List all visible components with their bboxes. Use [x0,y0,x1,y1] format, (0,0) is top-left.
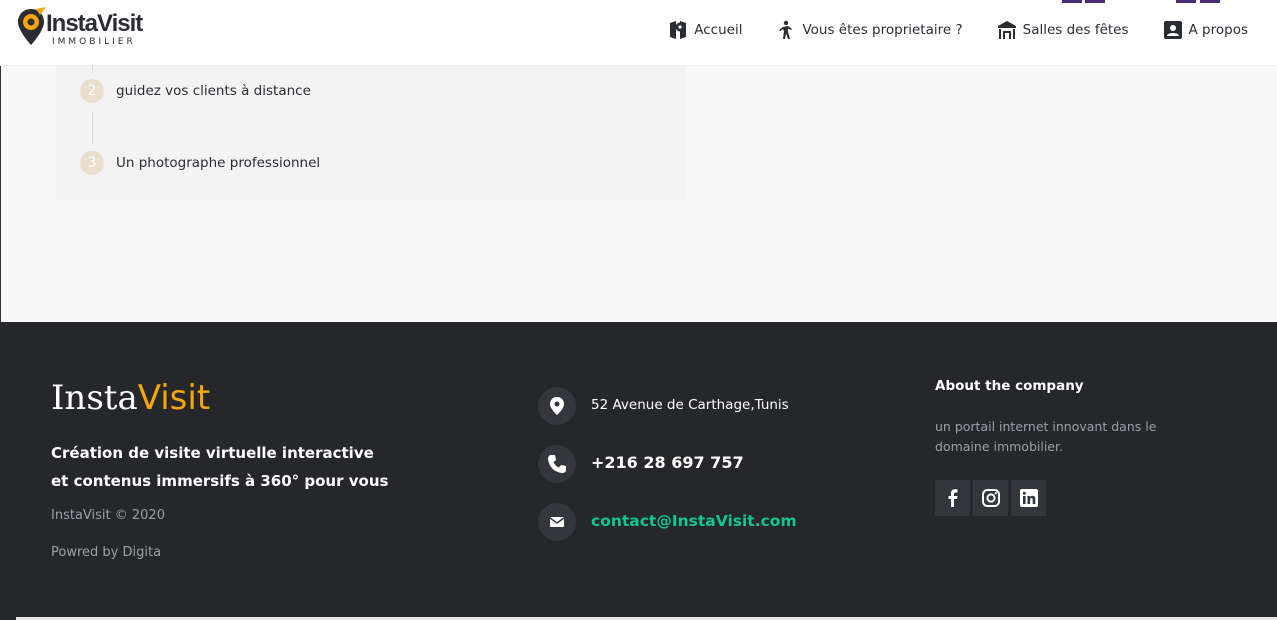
step-number: 2 [80,79,104,103]
footer-powered: Powred by Digita [51,545,162,560]
person-icon [779,20,793,39]
about-text: un portail internet innovant dans le dom… [935,419,1157,454]
footer-address: 52 Avenue de Carthage,Tunis [591,397,789,413]
envelope-icon [538,503,576,541]
location-icon [538,387,576,425]
step-number: 3 [80,151,104,175]
linkedin-button[interactable] [1011,480,1046,516]
footer-brand: InstaVisit [51,378,210,418]
about-title: About the company [935,378,1084,394]
map-marker-icon [670,21,687,39]
site-logo[interactable]: InstaVisit IMMOBILIER [16,7,146,51]
instagram-icon [981,489,1000,507]
footer-tagline-1: Création de visite virtuelle interactive [51,444,374,462]
facebook-button[interactable] [935,480,970,516]
step-text: Un photographe professionnel [116,155,321,171]
logo-subtitle: IMMOBILIER [52,37,136,47]
nav-label: Vous êtes proprietaire ? [802,22,963,38]
linkedin-icon [1019,489,1038,507]
flag-fragment [1062,0,1082,3]
phone-icon [538,445,576,483]
footer-brand-right: Visit [137,378,211,418]
contact-card-icon [1163,21,1182,39]
step-connector [92,112,93,144]
nav-item-accueil[interactable]: Accueil [668,20,742,40]
logo-pin-icon [18,7,46,45]
step-connector [92,65,93,73]
nav-label: Accueil [694,22,743,38]
nav-item-proprietaire[interactable]: Vous êtes proprietaire ? [776,20,963,40]
nav-label: Salles des fêtes [1022,22,1129,38]
site-header: InstaVisit IMMOBILIER Accueil Vous êtes … [0,0,1277,66]
flag-fragment [1200,0,1220,3]
main-nav: Accueil Vous êtes proprietaire ? Salles … [668,20,1248,40]
footer-tagline-2: et contenus immersifs à 360° pour vous [51,472,389,490]
facebook-icon [948,489,957,507]
footer-copyright: InstaVisit © 2020 [51,508,165,523]
building-icon [997,21,1016,39]
nav-item-salles[interactable]: Salles des fêtes [997,20,1129,40]
nav-label: A propos [1188,22,1248,38]
flag-fragment [1176,0,1196,3]
footer-brand-left: Insta [51,378,138,418]
nav-item-apropos[interactable]: A propos [1163,20,1248,40]
flag-fragment [1085,0,1105,3]
footer-email-link[interactable]: contact@InstaVisit.com [591,512,797,530]
footer-phone[interactable]: +216 28 697 757 [591,453,744,472]
instagram-button[interactable] [973,480,1008,516]
logo-brand: InstaVisit [46,10,143,37]
step-text: guidez vos clients à distance [116,83,311,99]
